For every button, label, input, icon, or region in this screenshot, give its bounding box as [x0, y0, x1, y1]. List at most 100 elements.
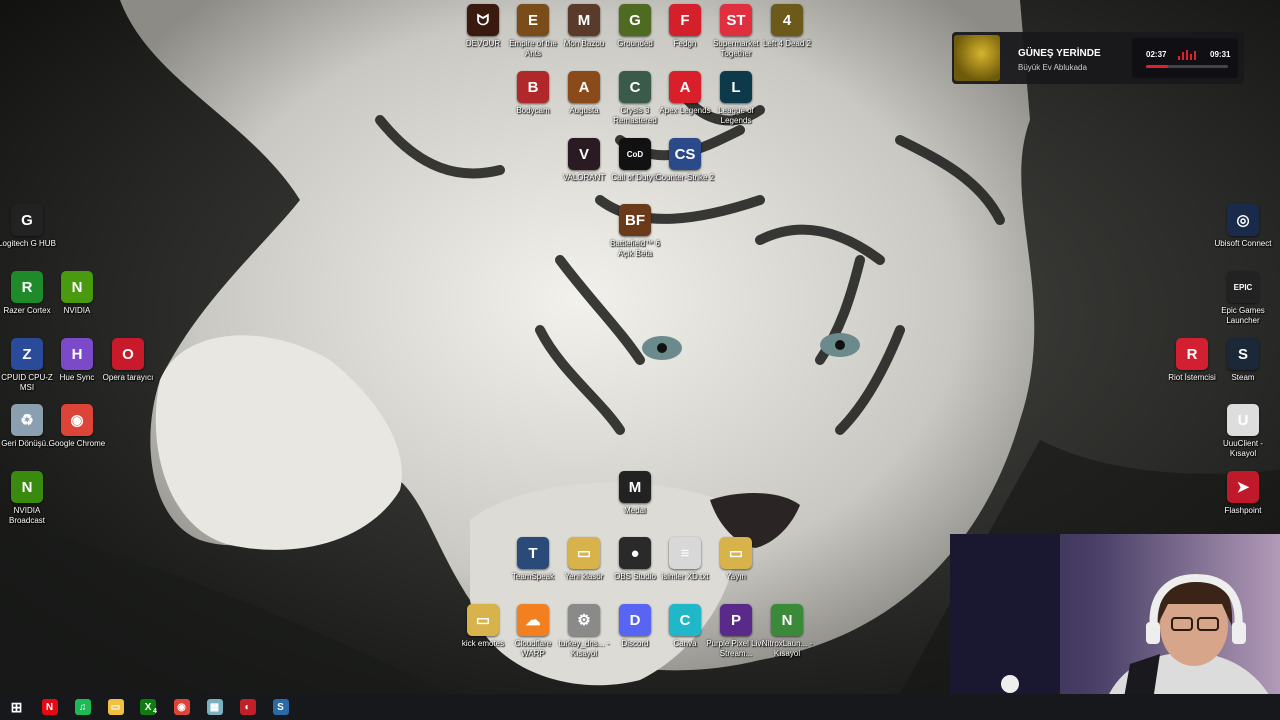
logitech-g-hub-icon: G [11, 204, 43, 236]
taskbar-file-explorer[interactable]: ▭ [99, 694, 132, 720]
taskbar-app-7[interactable]: ◐ [231, 694, 264, 720]
desktop-icon-opera[interactable]: O Opera tarayıcı [99, 338, 157, 383]
league-of-legends-icon: L [720, 71, 752, 103]
desktop-icon-ubisoft-connect[interactable]: ◎ Ubisoft Connect [1214, 204, 1272, 249]
taskbar-spotify[interactable]: ♫ [66, 694, 99, 720]
isimler-txt-icon: ≡ [669, 537, 701, 569]
playback-panel[interactable]: 02:37 09:31 [1132, 38, 1238, 78]
desktop-icon-label: NitroxLaun... - Kısayol [761, 639, 813, 658]
taskbar-app-6[interactable]: ▦ [198, 694, 231, 720]
mon-bazou-icon: M [568, 4, 600, 36]
recycle-bin-icon: ♻ [11, 404, 43, 436]
nvidia-icon: N [61, 271, 93, 303]
desktop-icon-flashpoint[interactable]: ➤ Flashpoint [1214, 471, 1272, 516]
turkey-dns-icon: ⚙ [568, 604, 600, 636]
desktop-icon-medal[interactable]: M Medal [606, 471, 664, 516]
call-of-duty-icon: CoD [619, 138, 651, 170]
desktop-icon-label: Steam [1231, 373, 1255, 382]
devour-icon: ᗢ [467, 4, 499, 36]
desktop-icon-nvidia-broadcast[interactable]: N NVIDIA Broadcast [0, 471, 56, 526]
flashpoint-icon: ➤ [1227, 471, 1259, 503]
taskbar-netflix[interactable]: N [33, 694, 66, 720]
razer-cortex-icon: R [11, 271, 43, 303]
time-current: 02:37 [1146, 50, 1167, 59]
left-4-dead-2-icon: 4 [771, 4, 803, 36]
taskbar-chrome[interactable]: ◉ [165, 694, 198, 720]
epic-games-icon: EPIC [1227, 271, 1259, 303]
fedgn-icon: F [669, 4, 701, 36]
riot-client-icon: R [1176, 338, 1208, 370]
discord-icon: D [619, 604, 651, 636]
nitrox-icon: N [771, 604, 803, 636]
desktop-icon-label: NVIDIA Broadcast [8, 506, 46, 525]
obs-studio-icon: ● [619, 537, 651, 569]
desktop-icon-steam[interactable]: S Steam [1214, 338, 1272, 383]
chrome-icon: ◉ [173, 699, 190, 715]
valorant-icon: V [568, 138, 600, 170]
desktop-icon-label: Opera tarayıcı [102, 373, 154, 382]
desktop-icon-logitech-g-hub[interactable]: G Logitech G HUB [0, 204, 56, 249]
desktop-icon-turkey-dns[interactable]: ⚙ turkey_dns... - Kısayol [555, 604, 613, 659]
time-total: 09:31 [1210, 50, 1231, 59]
track-title: GÜNEŞ YERİNDE [1018, 48, 1101, 59]
teamspeak-icon: T [517, 537, 549, 569]
grounded-icon: G [619, 4, 651, 36]
netflix-icon: N [41, 699, 58, 715]
medal-icon: M [619, 471, 651, 503]
desktop-icon-label: UuuClient - Kısayol [1222, 439, 1263, 458]
track-progress-bar[interactable] [1146, 65, 1228, 68]
desktop-icon-google-chrome[interactable]: ◉ Google Chrome [48, 404, 106, 449]
desktop-icon-counter-strike-2[interactable]: CS Counter-Strike 2 [656, 138, 714, 183]
google-chrome-icon: ◉ [61, 404, 93, 436]
desktop-icon-epic-games[interactable]: EPIC Epic Games Launcher [1214, 271, 1272, 326]
yayin-icon: ▭ [720, 537, 752, 569]
battlefield-6-icon: BF [619, 204, 651, 236]
yeni-klasor-icon: ▭ [568, 537, 600, 569]
desktop-icon-label: Medal [624, 506, 646, 515]
desktop-icon-label: Counter-Strike 2 [655, 173, 715, 182]
desktop-icon-left-4-dead-2[interactable]: 4 Left 4 Dead 2 [758, 4, 816, 49]
kick-emotes-icon: ▭ [467, 604, 499, 636]
track-progress-fill [1146, 65, 1169, 68]
xbox-badge: 4 [153, 707, 157, 715]
cpuid-icon: Z [11, 338, 43, 370]
file-explorer-icon: ▭ [107, 699, 124, 715]
cloudflare-warp-icon: ☁ [517, 604, 549, 636]
desktop-icon-empire-of-the-ants[interactable]: E Empire of the Ants [504, 4, 562, 59]
ubisoft-connect-icon: ◎ [1227, 204, 1259, 236]
steam-icon: S [1227, 338, 1259, 370]
desktop-icon-label: Logitech G HUB [0, 239, 56, 248]
crysis-3-icon: C [619, 71, 651, 103]
canva-icon: C [669, 604, 701, 636]
webcam-overlay [950, 534, 1280, 720]
taskbar-xbox[interactable]: X4 [132, 694, 165, 720]
desktop-icon-yayin[interactable]: ▭ Yayın [707, 537, 765, 582]
desktop-icon-label: NVIDIA [63, 306, 91, 315]
apex-legends-icon: A [669, 71, 701, 103]
now-playing-widget: GÜNEŞ YERİNDE Büyük Ev Ablukada 02:37 09… [952, 32, 1244, 84]
hue-sync-icon: H [61, 338, 93, 370]
opera-icon: O [112, 338, 144, 370]
app-6-icon: ▦ [206, 699, 223, 715]
desktop-icon-label: Ubisoft Connect [1214, 239, 1272, 248]
nvidia-broadcast-icon: N [11, 471, 43, 503]
uuuclient-icon: U [1227, 404, 1259, 436]
taskbar: ⊞ N ♫ ▭ X 4 ◉ ▦ ◐ S [0, 694, 1280, 720]
desktop-icon-label: Left 4 Dead 2 [762, 39, 812, 48]
taskbar-start[interactable]: ⊞ [0, 694, 33, 720]
counter-strike-2-icon: CS [669, 138, 701, 170]
desktop-icon-supermarket-together[interactable]: ST Supermarket Together [707, 4, 765, 59]
augusta-icon: A [568, 71, 600, 103]
track-artist: Büyük Ev Ablukada [1018, 63, 1087, 72]
start-icon: ⊞ [10, 698, 23, 715]
desktop-icon-uuuclient[interactable]: U UuuClient - Kısayol [1214, 404, 1272, 459]
desktop-icon-league-of-legends[interactable]: L League of Legends [707, 71, 765, 126]
desktop-icon-nvidia[interactable]: N NVIDIA [48, 271, 106, 316]
desktop-icon-label: Yayın [726, 572, 746, 581]
desktop-icon-battlefield-6[interactable]: BF Battlefield™ 6 Açık Beta [606, 204, 664, 259]
taskbar-steam[interactable]: S [264, 694, 297, 720]
desktop-icon-label: League of Legends [718, 106, 754, 125]
album-art [954, 35, 1000, 81]
desktop-icon-nitrox[interactable]: N NitroxLaun... - Kısayol [758, 604, 816, 659]
empire-of-the-ants-icon: E [517, 4, 549, 36]
